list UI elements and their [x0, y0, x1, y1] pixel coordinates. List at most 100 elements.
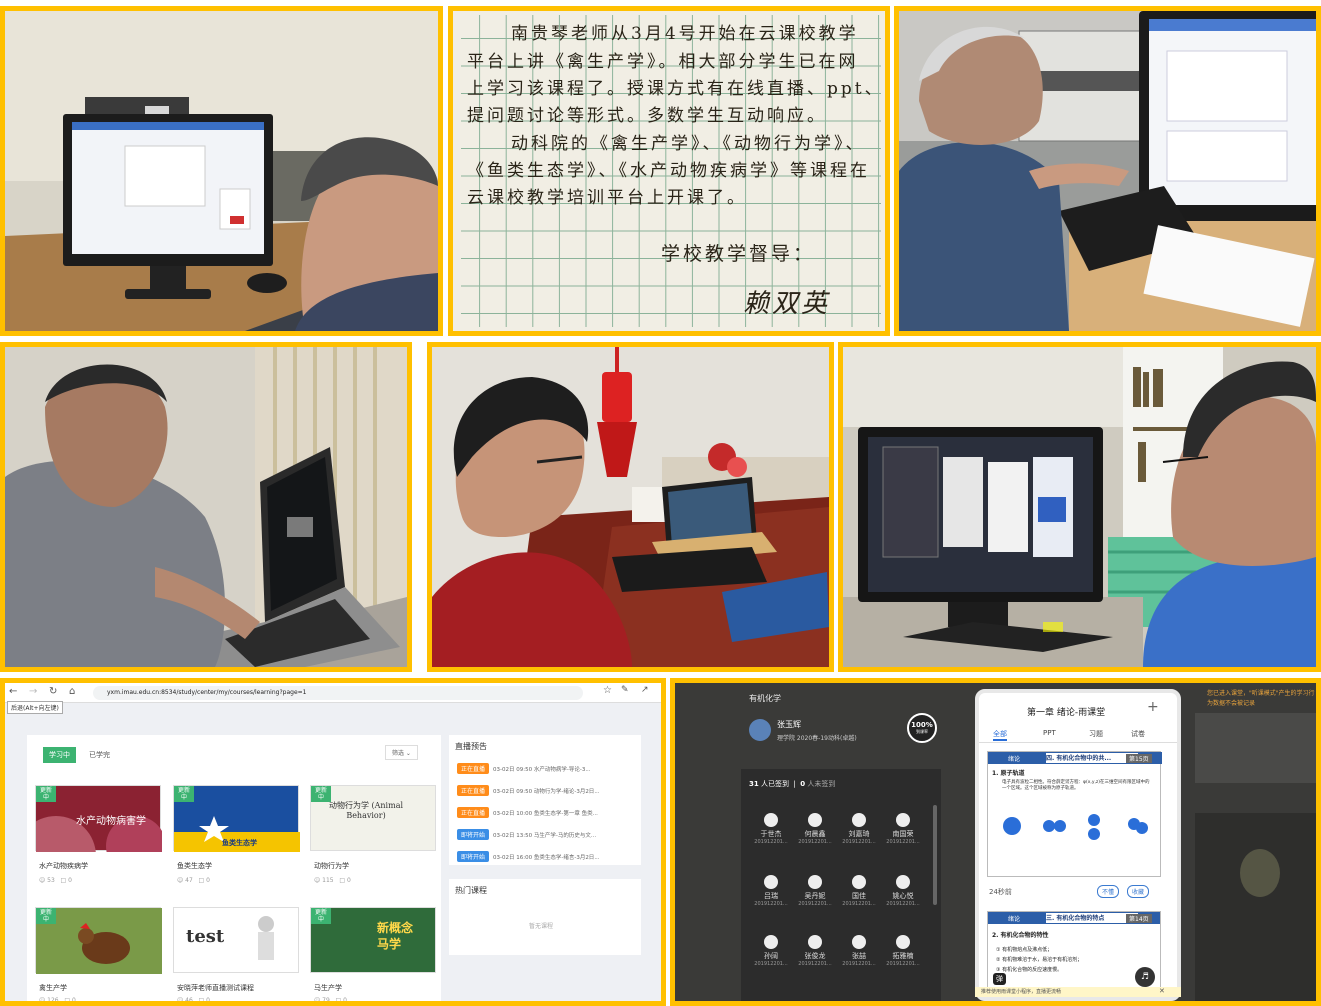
views-count: 46 [185, 997, 193, 1004]
live-row[interactable]: 即将开始 03-02日 16:00 鱼类生态学-绪言-3月2日... [457, 851, 637, 863]
live-status-badge: 即将开始 [457, 851, 490, 862]
student-id: 201912201... [798, 901, 832, 907]
student-avatar [852, 875, 866, 889]
update-badge: 更新中 [311, 908, 331, 924]
live-status-badge: 即将开始 [457, 829, 490, 840]
student-seat[interactable]: 于世杰 201912201... [751, 813, 791, 845]
live-row-text: 03-02日 10:00 鱼类生态学-第一章 鱼类... [493, 811, 598, 817]
phone-tab[interactable]: 试卷 [1131, 729, 1145, 739]
slides-scene-drawing [843, 347, 1316, 667]
student-seat[interactable]: 何晨鑫 201912201... [795, 813, 835, 845]
phone-tab[interactable]: PPT [1043, 729, 1056, 737]
live-row[interactable]: 正在直播 03-02日 09:50 水产动物病学-导论-3... [457, 763, 637, 775]
tab-learning[interactable]: 学习中 [43, 747, 76, 763]
address-bar[interactable]: yxm.imau.edu.cn:8534/study/center/my/cou… [93, 686, 583, 700]
student-avatar [896, 813, 910, 827]
student-id: 201912201... [798, 839, 832, 845]
student-avatar [808, 813, 822, 827]
pen-icon[interactable]: ✎ [621, 685, 629, 695]
letter-line-1: 南贵琴老师从3月4号开始在云课校教学 [511, 24, 859, 44]
footer-banner: 推荐使用雨课堂小程序，直播更流畅 ✕ [975, 987, 1181, 997]
bullet-toggle[interactable]: 弹 [993, 973, 1006, 985]
student-seat[interactable]: 姚心悦 201912201... [883, 875, 923, 907]
live-panel: 直播预告 正在直播 03-02日 09:50 水产动物病学-导论-3... 正在直播… [449, 735, 641, 865]
slide-time: 24秒前 [989, 888, 1012, 896]
phone-tab[interactable]: 全部 [993, 729, 1007, 741]
course-cover: 动物行为学 (Animal Behavior) 更新中 [310, 785, 436, 851]
attendance-label: 到课率 [916, 729, 928, 734]
forward-icon[interactable]: → [29, 686, 37, 697]
course-title: 动物行为学 [314, 862, 349, 870]
student-avatar [764, 875, 778, 889]
student-id: 201912201... [798, 961, 832, 967]
live-status-badge: 正在直播 [457, 807, 490, 818]
student-name: 国佳 [852, 892, 866, 900]
live-row[interactable]: 正在直播 03-02日 10:00 鱼类生态学-第一章 鱼类... [457, 807, 637, 819]
student-seat[interactable]: 国佳 201912201... [839, 875, 879, 907]
signin-summary: 31 人已签到 | 0 人未签到 [749, 780, 836, 788]
slide-page: 第14页 [1126, 914, 1152, 923]
live-row[interactable]: 即将开始 03-02日 13:50 马生产学-马的历史与文... [457, 829, 637, 841]
photo-elder-viewing-slides [838, 342, 1321, 672]
student-id: 201912201... [886, 961, 920, 967]
tablet-scene-drawing [432, 347, 829, 667]
reload-icon[interactable]: ↻ [49, 686, 57, 697]
slide-card-1[interactable]: 绪论 四. 有机化合物中的共... 第15页 1. 原子轨道 电子具有波粒二相性… [987, 751, 1162, 877]
letter-line-3: 上学习该课程了。授课方式有在线直播、ppt、 [467, 79, 885, 99]
views-count: 47 [185, 877, 193, 884]
student-seat[interactable]: 吴丹妮 201912201... [795, 875, 835, 907]
back-tooltip: 后退(Alt+向左键) [7, 701, 63, 714]
favorite-button[interactable]: 收藏 [1127, 885, 1150, 898]
hot-panel: 热门课程 暂无课程 [449, 879, 641, 955]
student-seat[interactable]: 刘嘉琦 201912201... [839, 813, 879, 845]
close-icon[interactable]: ✕ [1159, 987, 1165, 995]
audio-button[interactable]: ♬ [1135, 967, 1155, 987]
slide-item: ③ 有机化合物的反应速度慢。 [996, 967, 1063, 973]
live-status-badge: 正在直播 [457, 785, 490, 796]
share-icon[interactable]: ↗ [641, 685, 649, 695]
student-seat[interactable]: 张俊龙 201912201... [795, 935, 835, 967]
phone-tab[interactable]: 习题 [1089, 729, 1103, 739]
add-icon[interactable]: + [1147, 699, 1159, 715]
update-badge: 更新中 [36, 786, 56, 802]
mode-notice: 您已进入课堂，"听课模式"产生的学习行为数据不会被记录 [1207, 690, 1315, 707]
live-row-text: 03-02日 16:00 鱼类生态学-绪言-3月2日... [493, 855, 600, 861]
live-row-text: 03-02日 09:50 动物行为学-绪论-3月2日... [493, 789, 600, 795]
live-row-text: 03-02日 09:50 水产动物病学-导论-3... [493, 767, 591, 773]
hot-empty: 暂无课程 [529, 923, 554, 930]
student-seat[interactable]: 吕瑞 201912201... [751, 875, 791, 907]
rain-classroom-screenshot: 有机化学 张玉辉 理学院 2020春-19动科(卓越) 100% 到课率 31 … [670, 678, 1321, 1006]
live-title: 直播预告 [455, 742, 487, 751]
grid-scrollbar[interactable] [933, 805, 937, 905]
tab-finished[interactable]: 已学完 [89, 750, 110, 760]
student-seat[interactable]: 南国荣 201912201... [883, 813, 923, 845]
student-seat[interactable]: 拓雅楠 201912201... [883, 935, 923, 967]
student-seat[interactable]: 张喆 201912201... [839, 935, 879, 967]
course-cover: 更新中 [35, 907, 162, 974]
attendance-ring: 100% 到课率 [907, 713, 937, 743]
handwritten-supervision-letter: 南贵琴老师从3月4号开始在云课校教学 平台上讲《禽生产学》。相大部分学生已在网 … [448, 6, 890, 336]
slide-title: 三. 有机化合物的特点 [1046, 913, 1138, 923]
student-avatar [852, 935, 866, 949]
back-icon[interactable]: ← [9, 686, 17, 697]
slide-item: ① 有机物熔点及沸点低； [996, 947, 1053, 953]
star-icon[interactable]: ☆ [603, 685, 612, 696]
home-icon[interactable]: ⌂ [69, 686, 75, 697]
cover-title: 鱼类生态学 [222, 839, 257, 847]
live-row[interactable]: 正在直播 03-02日 09:50 动物行为学-绪论-3月2日... [457, 785, 637, 797]
course-stats: ☺ 53 □ 0 [39, 877, 72, 884]
photo-teacher-with-tablet [427, 342, 834, 672]
elder-scene-drawing [899, 11, 1316, 331]
course-title: 水产动物疾病学 [39, 862, 88, 870]
course-cover: 水产动物病害学 更新中 [35, 785, 162, 852]
student-seat[interactable]: 孙阔 201912201... [751, 935, 791, 967]
course-title: 安晓萍老师直播测试课程 [177, 984, 254, 992]
checked-count: 31 [749, 780, 759, 788]
student-avatar [852, 813, 866, 827]
laptop-scene-drawing [5, 347, 407, 667]
filter-dropdown[interactable]: 筛选 ⌄ [385, 745, 418, 760]
unclear-button[interactable]: 不懂 [1097, 885, 1120, 898]
teacher-name: 张玉辉 [777, 720, 801, 729]
browser-toolbar: ← → ↻ ⌂ yxm.imau.edu.cn:8534/study/cente… [5, 683, 661, 703]
comments-count: 0 [343, 997, 347, 1004]
